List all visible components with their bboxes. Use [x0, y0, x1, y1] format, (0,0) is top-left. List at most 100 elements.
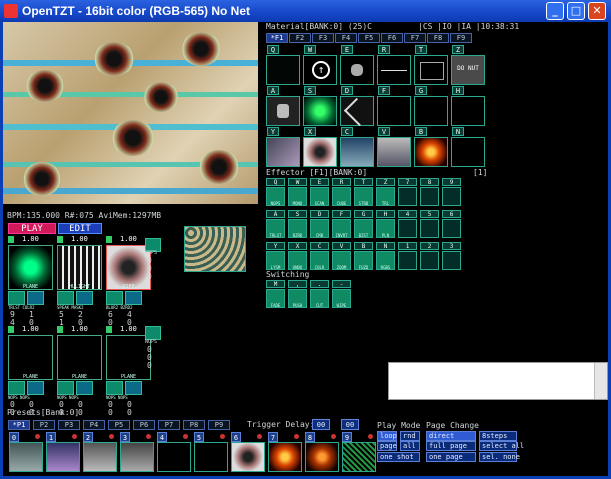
preset-slot-9[interactable]: [342, 442, 376, 472]
preset-slot-7[interactable]: [268, 442, 302, 472]
material-slot-f[interactable]: [377, 96, 411, 126]
effector-slot-15[interactable]: [398, 219, 417, 238]
material-slot-h[interactable]: [451, 96, 485, 126]
material-slot-t[interactable]: [414, 55, 448, 85]
preset-slot-0[interactable]: [9, 442, 43, 472]
play-mode-one-shot[interactable]: one shot: [377, 452, 420, 462]
preset-slot-3[interactable]: [120, 442, 154, 472]
effector-slot-7[interactable]: [420, 187, 439, 206]
trigger-delay-a[interactable]: 00: [312, 419, 330, 430]
deck-4-fx-a[interactable]: [8, 381, 25, 395]
material-tab-8[interactable]: F8: [427, 33, 449, 43]
preset-tab-4[interactable]: P4: [83, 420, 105, 430]
deck-2-fx-b[interactable]: [76, 291, 93, 305]
material-tab-6[interactable]: F6: [381, 33, 403, 43]
preset-slot-6[interactable]: [231, 442, 265, 472]
material-slot-r[interactable]: [377, 55, 411, 85]
deck-5-fx-a[interactable]: [57, 381, 74, 395]
preset-slot-4[interactable]: [157, 442, 191, 472]
material-slot-b[interactable]: [414, 137, 448, 167]
play-mode-page[interactable]: page: [377, 441, 397, 451]
preset-slot-1[interactable]: [46, 442, 80, 472]
deck-4-play-indicator[interactable]: [8, 326, 14, 333]
material-slot-a[interactable]: [266, 96, 300, 126]
material-tab-4[interactable]: F4: [335, 33, 357, 43]
material-slot-c[interactable]: [340, 137, 374, 167]
material-slot-y[interactable]: [266, 137, 300, 167]
scrollbar[interactable]: [594, 363, 607, 399]
page-change-direct[interactable]: direct: [426, 431, 476, 441]
material-tab-7[interactable]: F7: [404, 33, 426, 43]
material-slot-z[interactable]: DO NUT: [451, 55, 485, 85]
deck-4-fx-b[interactable]: [27, 381, 44, 395]
deck-3-play-indicator[interactable]: [106, 236, 112, 243]
preset-tab-2[interactable]: P2: [33, 420, 55, 430]
deck-6-fx-b[interactable]: [125, 381, 142, 395]
play-mode-rnd[interactable]: rnd: [400, 431, 420, 441]
page-change-full-page[interactable]: full page: [426, 441, 476, 451]
preset-tab-5[interactable]: P5: [108, 420, 130, 430]
material-tab-5[interactable]: F5: [358, 33, 380, 43]
preset-tab-9[interactable]: P9: [208, 420, 230, 430]
deck-5-fx-b[interactable]: [76, 381, 93, 395]
select-all-button[interactable]: select all: [479, 441, 524, 451]
window-title: OpenTZT - 16bit color (RGB-565) No Net: [22, 4, 251, 18]
deck-1-play-indicator[interactable]: [8, 236, 14, 243]
hands-icon: [277, 104, 289, 118]
play-mode-loop[interactable]: loop: [377, 431, 397, 441]
effector-slot-25[interactable]: [420, 251, 439, 270]
preset-tab-1[interactable]: *P1: [8, 420, 30, 430]
effector-slot-17[interactable]: [442, 219, 461, 238]
material-slot-w[interactable]: ↑: [303, 55, 337, 85]
material-tab-9[interactable]: F9: [450, 33, 472, 43]
effector-slot-24[interactable]: [398, 251, 417, 270]
play-mode-button[interactable]: PLAY: [8, 223, 56, 234]
material-slot-x[interactable]: [303, 137, 337, 167]
material-slot-n[interactable]: [451, 137, 485, 167]
deck-2-play-indicator[interactable]: [57, 236, 63, 243]
donut-text: DO NUT: [457, 65, 479, 72]
effector-slot-6[interactable]: [398, 187, 417, 206]
maximize-button[interactable]: □: [567, 2, 585, 20]
material-tab-3[interactable]: F3: [312, 33, 334, 43]
switch-name-0: FADE: [270, 303, 281, 308]
deck-5-play-indicator[interactable]: [57, 326, 63, 333]
app-icon: [4, 4, 18, 18]
deck-1-fx-a[interactable]: [8, 291, 25, 305]
preset-slot-indicator-0: [35, 434, 40, 439]
preset-tab-3[interactable]: P3: [58, 420, 80, 430]
deck-6-label: PLANE: [120, 374, 137, 380]
material-slot-g[interactable]: [414, 96, 448, 126]
effector-slot-16[interactable]: [420, 219, 439, 238]
select-none-button[interactable]: sel. none: [479, 452, 520, 462]
close-button[interactable]: ✕: [588, 2, 606, 20]
deck-1-fx-b[interactable]: [27, 291, 44, 305]
preset-tab-8[interactable]: P8: [183, 420, 205, 430]
material-tab-1[interactable]: *F1: [266, 33, 288, 43]
material-key-v: V: [378, 127, 390, 136]
material-slot-v[interactable]: [377, 137, 411, 167]
material-slot-s[interactable]: [303, 96, 337, 126]
preset-tab-7[interactable]: P7: [158, 420, 180, 430]
trigger-delay-b[interactable]: 00: [341, 419, 359, 430]
effector-slot-26[interactable]: [442, 251, 461, 270]
page-change-one-page[interactable]: one page: [426, 452, 476, 462]
preset-tab-6[interactable]: P6: [133, 420, 155, 430]
material-tab-2[interactable]: F2: [289, 33, 311, 43]
preset-slot-2[interactable]: [83, 442, 117, 472]
effector-slot-8[interactable]: [442, 187, 461, 206]
material-slot-e[interactable]: [340, 55, 374, 85]
eight-steps-button[interactable]: 8steps: [479, 431, 517, 441]
preset-slot-8[interactable]: [305, 442, 339, 472]
material-slot-q[interactable]: [266, 55, 300, 85]
play-mode-all[interactable]: all: [400, 441, 420, 451]
deck-3-fx-a[interactable]: [106, 291, 123, 305]
material-slot-d[interactable]: [340, 96, 374, 127]
deck-6-play-indicator[interactable]: [106, 326, 112, 333]
edit-mode-button[interactable]: EDIT: [58, 223, 102, 234]
deck-6-fx-a[interactable]: [106, 381, 123, 395]
minimize-button[interactable]: _: [546, 2, 564, 20]
deck-3-fx-b[interactable]: [125, 291, 142, 305]
deck-2-fx-a[interactable]: [57, 291, 74, 305]
preset-slot-5[interactable]: [194, 442, 228, 472]
